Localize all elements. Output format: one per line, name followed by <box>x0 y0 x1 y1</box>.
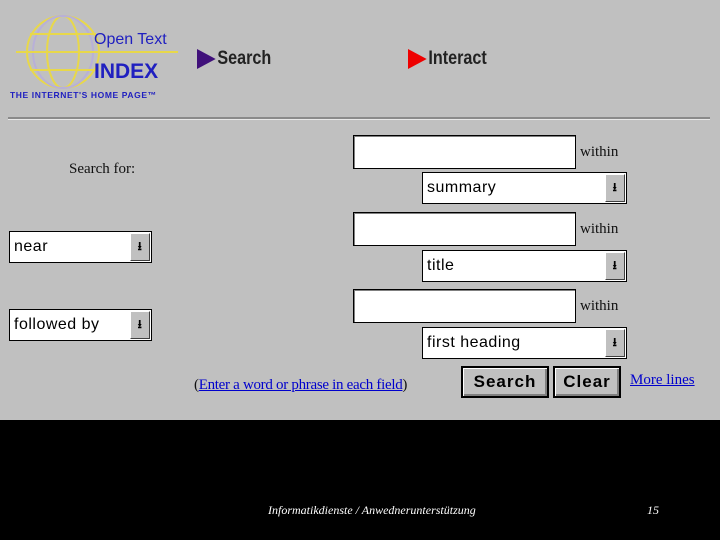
dropdown-arrow-icon[interactable]: ⭳ <box>605 329 625 357</box>
select-value: summary <box>427 179 497 196</box>
search-button[interactable]: Search <box>461 366 549 398</box>
select-value: near <box>14 238 49 255</box>
within-label: within <box>580 144 619 160</box>
search-term-input-2[interactable] <box>353 212 576 246</box>
footer-text: Informatikdienste / Anwednerunterstützun… <box>268 503 476 517</box>
select-value: followed by <box>14 316 100 333</box>
web-page: Open Text INDEX THE INTERNET'S HOME PAGE… <box>0 0 720 420</box>
nav-search-label: Search <box>217 48 272 69</box>
divider <box>8 117 710 120</box>
nav-interact-label: Interact <box>428 48 487 69</box>
search-term-input-1[interactable] <box>353 135 576 169</box>
dropdown-arrow-icon[interactable]: ⭳ <box>605 252 625 280</box>
select-value: first heading <box>427 334 521 351</box>
select-value: title <box>427 257 455 274</box>
dropdown-arrow-icon[interactable]: ⭳ <box>130 233 150 261</box>
within-label: within <box>580 221 619 237</box>
nav-interact-link[interactable]: Interact <box>408 48 487 70</box>
within-select-3[interactable]: first heading ⭳ <box>422 327 627 359</box>
nav-search-link[interactable]: Search <box>197 48 271 70</box>
svg-text:Open Text: Open Text <box>94 31 167 48</box>
hint-link[interactable]: Enter a word or phrase in each field <box>199 377 403 393</box>
triangle-arrow-icon <box>408 49 427 69</box>
operator-select-2[interactable]: followed by ⭳ <box>9 309 152 341</box>
clear-button[interactable]: Clear <box>553 366 621 398</box>
search-term-input-3[interactable] <box>353 289 576 323</box>
svg-text:THE INTERNET'S HOME PAGE™: THE INTERNET'S HOME PAGE™ <box>10 90 157 100</box>
within-label: within <box>580 298 619 314</box>
dropdown-arrow-icon[interactable]: ⭳ <box>130 311 150 339</box>
within-select-1[interactable]: summary ⭳ <box>422 172 627 204</box>
more-lines-link[interactable]: More lines <box>630 372 695 389</box>
search-for-label: Search for: <box>69 161 136 177</box>
svg-text:INDEX: INDEX <box>94 60 158 83</box>
operator-select-1[interactable]: near ⭳ <box>9 231 152 263</box>
paren: ) <box>402 377 408 393</box>
page-number: 15 <box>647 503 659 517</box>
within-select-2[interactable]: title ⭳ <box>422 250 627 282</box>
open-text-index-logo: Open Text INDEX THE INTERNET'S HOME PAGE… <box>10 15 178 100</box>
triangle-arrow-icon <box>197 49 216 69</box>
hint-text: (Enter a word or phrase in each field) <box>194 377 407 394</box>
dropdown-arrow-icon[interactable]: ⭳ <box>605 174 625 202</box>
